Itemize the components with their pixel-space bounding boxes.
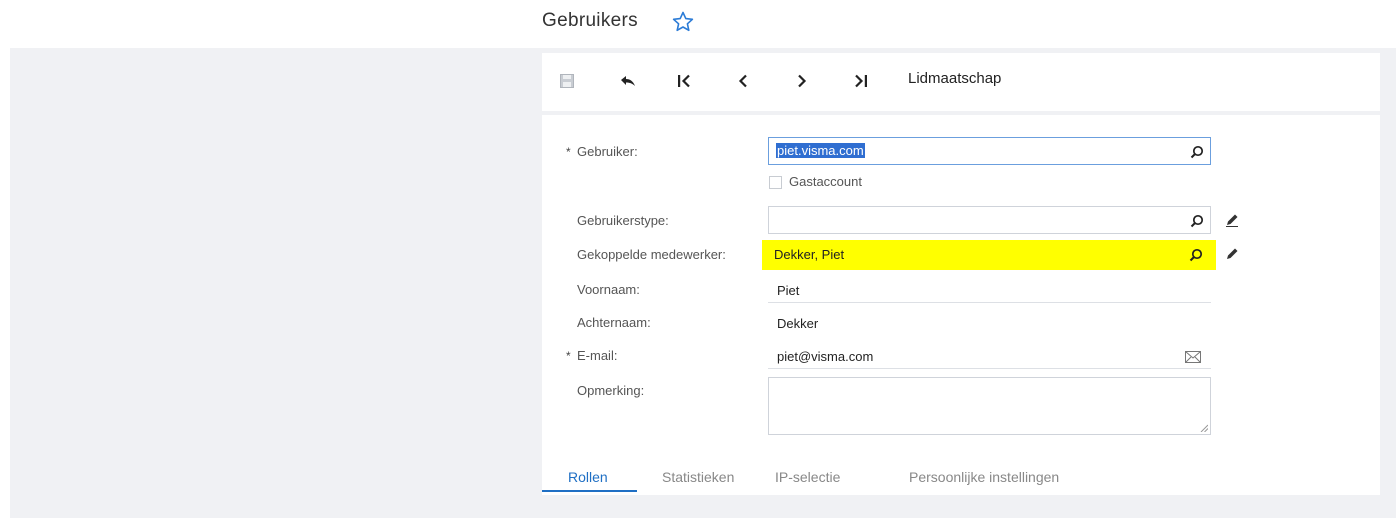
remark-textarea[interactable]	[768, 377, 1211, 435]
previous-icon	[738, 74, 747, 88]
pencil-icon[interactable]	[1224, 246, 1240, 262]
linked-employee-label: Gekoppelde medewerker:	[577, 247, 726, 262]
last-record-button[interactable]	[849, 69, 873, 93]
user-label: Gebruiker:	[577, 144, 638, 159]
star-icon[interactable]	[671, 10, 695, 34]
tab-ip-selectie[interactable]: IP-selectie	[775, 469, 840, 485]
email-value: piet@visma.com	[777, 349, 874, 364]
first-name-field[interactable]: Piet	[768, 277, 1211, 303]
undo-button[interactable]	[616, 69, 640, 93]
last-name-label: Achternaam:	[577, 315, 651, 330]
guest-account-checkbox[interactable]	[769, 176, 782, 189]
form-panel	[542, 115, 1380, 495]
last-icon	[855, 74, 867, 88]
tab-statistieken[interactable]: Statistieken	[662, 469, 734, 485]
tab-rollen[interactable]: Rollen	[568, 469, 608, 485]
user-value: piet.visma.com	[776, 143, 865, 158]
last-name-value: Dekker	[777, 316, 819, 331]
membership-button[interactable]: Lidmaatschap	[908, 70, 1001, 87]
required-mark: *	[566, 145, 571, 159]
resize-grip-icon[interactable]	[1200, 424, 1208, 432]
user-type-label: Gebruikerstype:	[577, 213, 669, 228]
first-record-button[interactable]	[672, 69, 696, 93]
search-icon[interactable]	[1189, 144, 1205, 160]
first-icon	[678, 74, 690, 88]
previous-record-button[interactable]	[731, 69, 755, 93]
save-icon	[560, 74, 574, 88]
first-name-label: Voornaam:	[577, 282, 640, 297]
tab-persoonlijke-instellingen[interactable]: Persoonlijke instellingen	[909, 469, 1059, 485]
search-icon[interactable]	[1188, 247, 1204, 263]
pencil-icon[interactable]	[1224, 212, 1240, 228]
active-tab-indicator	[542, 490, 637, 492]
linked-employee-input[interactable]: Dekker, Piet	[762, 240, 1216, 270]
user-input[interactable]: piet.visma.com	[768, 137, 1211, 165]
page-title: Gebruikers	[542, 10, 638, 31]
guest-account-label: Gastaccount	[789, 174, 862, 189]
save-button[interactable]	[556, 69, 578, 93]
next-icon	[798, 74, 807, 88]
user-type-input[interactable]	[768, 206, 1211, 234]
next-record-button[interactable]	[790, 69, 814, 93]
required-mark: *	[566, 349, 571, 363]
first-name-value: Piet	[777, 283, 800, 298]
mail-icon[interactable]	[1185, 351, 1201, 363]
remark-label: Opmerking:	[577, 383, 645, 398]
search-icon[interactable]	[1189, 213, 1205, 229]
email-field[interactable]: piet@visma.com	[768, 343, 1211, 369]
undo-icon	[621, 76, 635, 86]
linked-employee-value: Dekker, Piet	[774, 247, 845, 262]
email-label: E-mail:	[577, 348, 618, 363]
last-name-field[interactable]: Dekker	[768, 310, 1211, 336]
